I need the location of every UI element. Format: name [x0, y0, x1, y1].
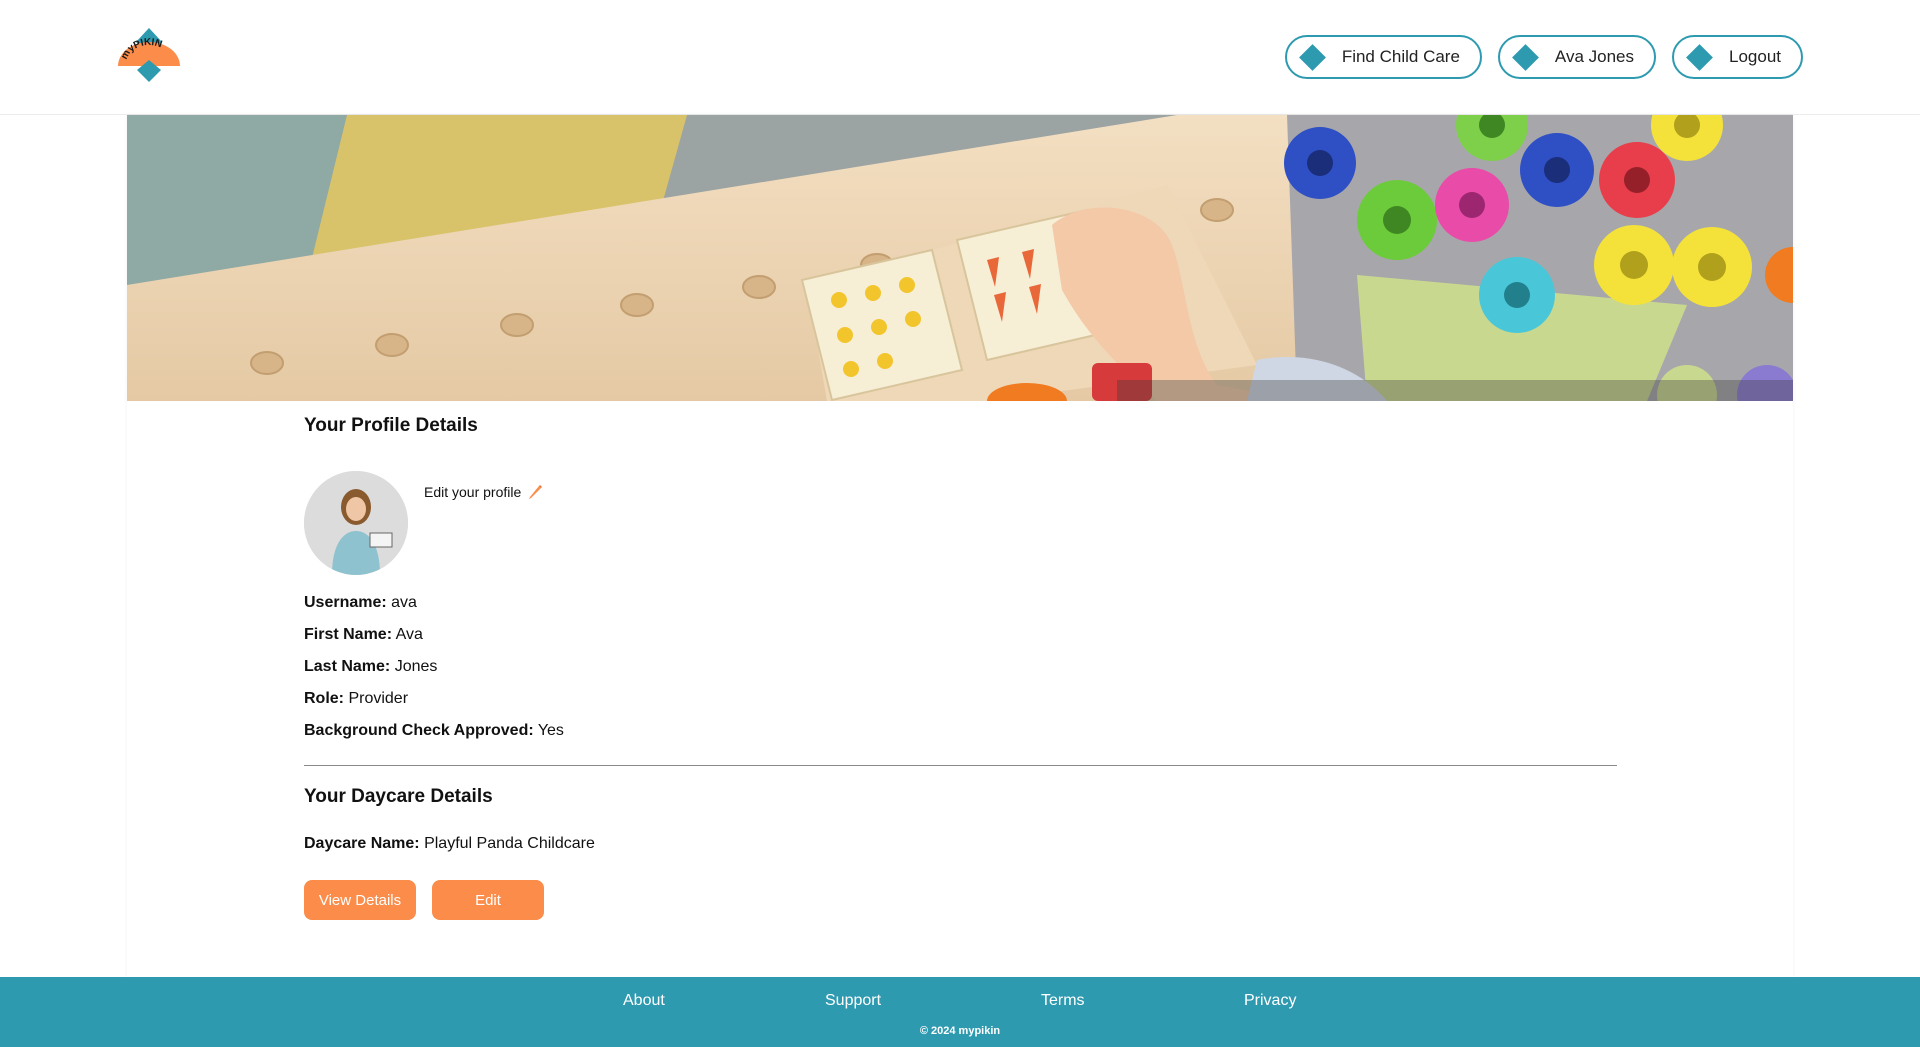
- edit-daycare-button[interactable]: Edit: [432, 880, 544, 920]
- user-profile-button[interactable]: Ava Jones: [1497, 35, 1656, 79]
- field-value: ava: [391, 594, 417, 611]
- logout-button[interactable]: Logout: [1672, 35, 1803, 79]
- profile-card: Your Profile Details Edit your profile U…: [127, 115, 1793, 977]
- footer-support-link[interactable]: Support: [825, 992, 881, 1010]
- background-check-field: Background Check Approved: Yes: [304, 715, 1617, 747]
- hero-banner-image: [127, 115, 1793, 401]
- nav-label: Ava Jones: [1554, 47, 1634, 66]
- field-label: Daycare Name:: [304, 835, 420, 852]
- username-field: Username: ava: [304, 587, 1617, 619]
- field-value: Provider: [348, 690, 409, 707]
- role-field: Role: Provider: [304, 683, 1617, 715]
- nav-label: Logout: [1729, 47, 1781, 66]
- diamond-icon: [1686, 43, 1713, 71]
- field-value: Ava: [395, 626, 423, 643]
- daycare-actions: View Details Edit: [304, 880, 1617, 920]
- field-value: Playful Panda Childcare: [424, 835, 595, 852]
- site-footer: About Support Terms Privacy © 2024 mypik…: [0, 977, 1920, 1047]
- find-child-care-button[interactable]: Find Child Care: [1284, 35, 1482, 79]
- avatar: [304, 471, 408, 575]
- profile-content: Your Profile Details Edit your profile U…: [304, 415, 1617, 920]
- mypikin-logo[interactable]: myPIKIN: [116, 28, 182, 82]
- edit-profile-label: Edit your profile: [424, 484, 522, 500]
- field-value: Jones: [394, 658, 438, 675]
- last-name-field: Last Name: Jones: [304, 651, 1617, 683]
- edit-profile-link[interactable]: Edit your profile: [424, 484, 543, 500]
- footer-privacy-link[interactable]: Privacy: [1244, 992, 1296, 1010]
- nav-label: Find Child Care: [1341, 47, 1460, 66]
- copyright-text: © 2024 mypikin: [919, 1025, 1001, 1037]
- diamond-icon: [1511, 43, 1539, 71]
- field-label: Last Name:: [304, 658, 391, 675]
- top-nav: Find Child Care Ava Jones Logout: [1284, 35, 1803, 79]
- field-label: Role:: [304, 690, 344, 707]
- field-label: Username:: [304, 594, 387, 611]
- section-divider: [304, 765, 1617, 766]
- daycare-name-field: Daycare Name: Playful Panda Childcare: [304, 828, 1617, 860]
- pencil-icon: [527, 484, 543, 500]
- diamond-icon: [1298, 43, 1326, 71]
- view-details-button[interactable]: View Details: [304, 880, 416, 920]
- footer-about-link[interactable]: About: [623, 992, 665, 1010]
- profile-section-title: Your Profile Details: [304, 415, 478, 436]
- site-header: myPIKIN Find Child Care Ava Jones Logout: [0, 0, 1920, 115]
- field-label: Background Check Approved:: [304, 722, 534, 739]
- footer-terms-link[interactable]: Terms: [1041, 992, 1085, 1010]
- daycare-section-title: Your Daycare Details: [304, 786, 493, 807]
- first-name-field: First Name: Ava: [304, 619, 1617, 651]
- field-value: Yes: [537, 722, 564, 739]
- profile-header: Edit your profile: [304, 471, 1617, 581]
- field-label: First Name:: [304, 626, 393, 643]
- profile-fields: Username: ava First Name: Ava Last Name:…: [304, 587, 1617, 747]
